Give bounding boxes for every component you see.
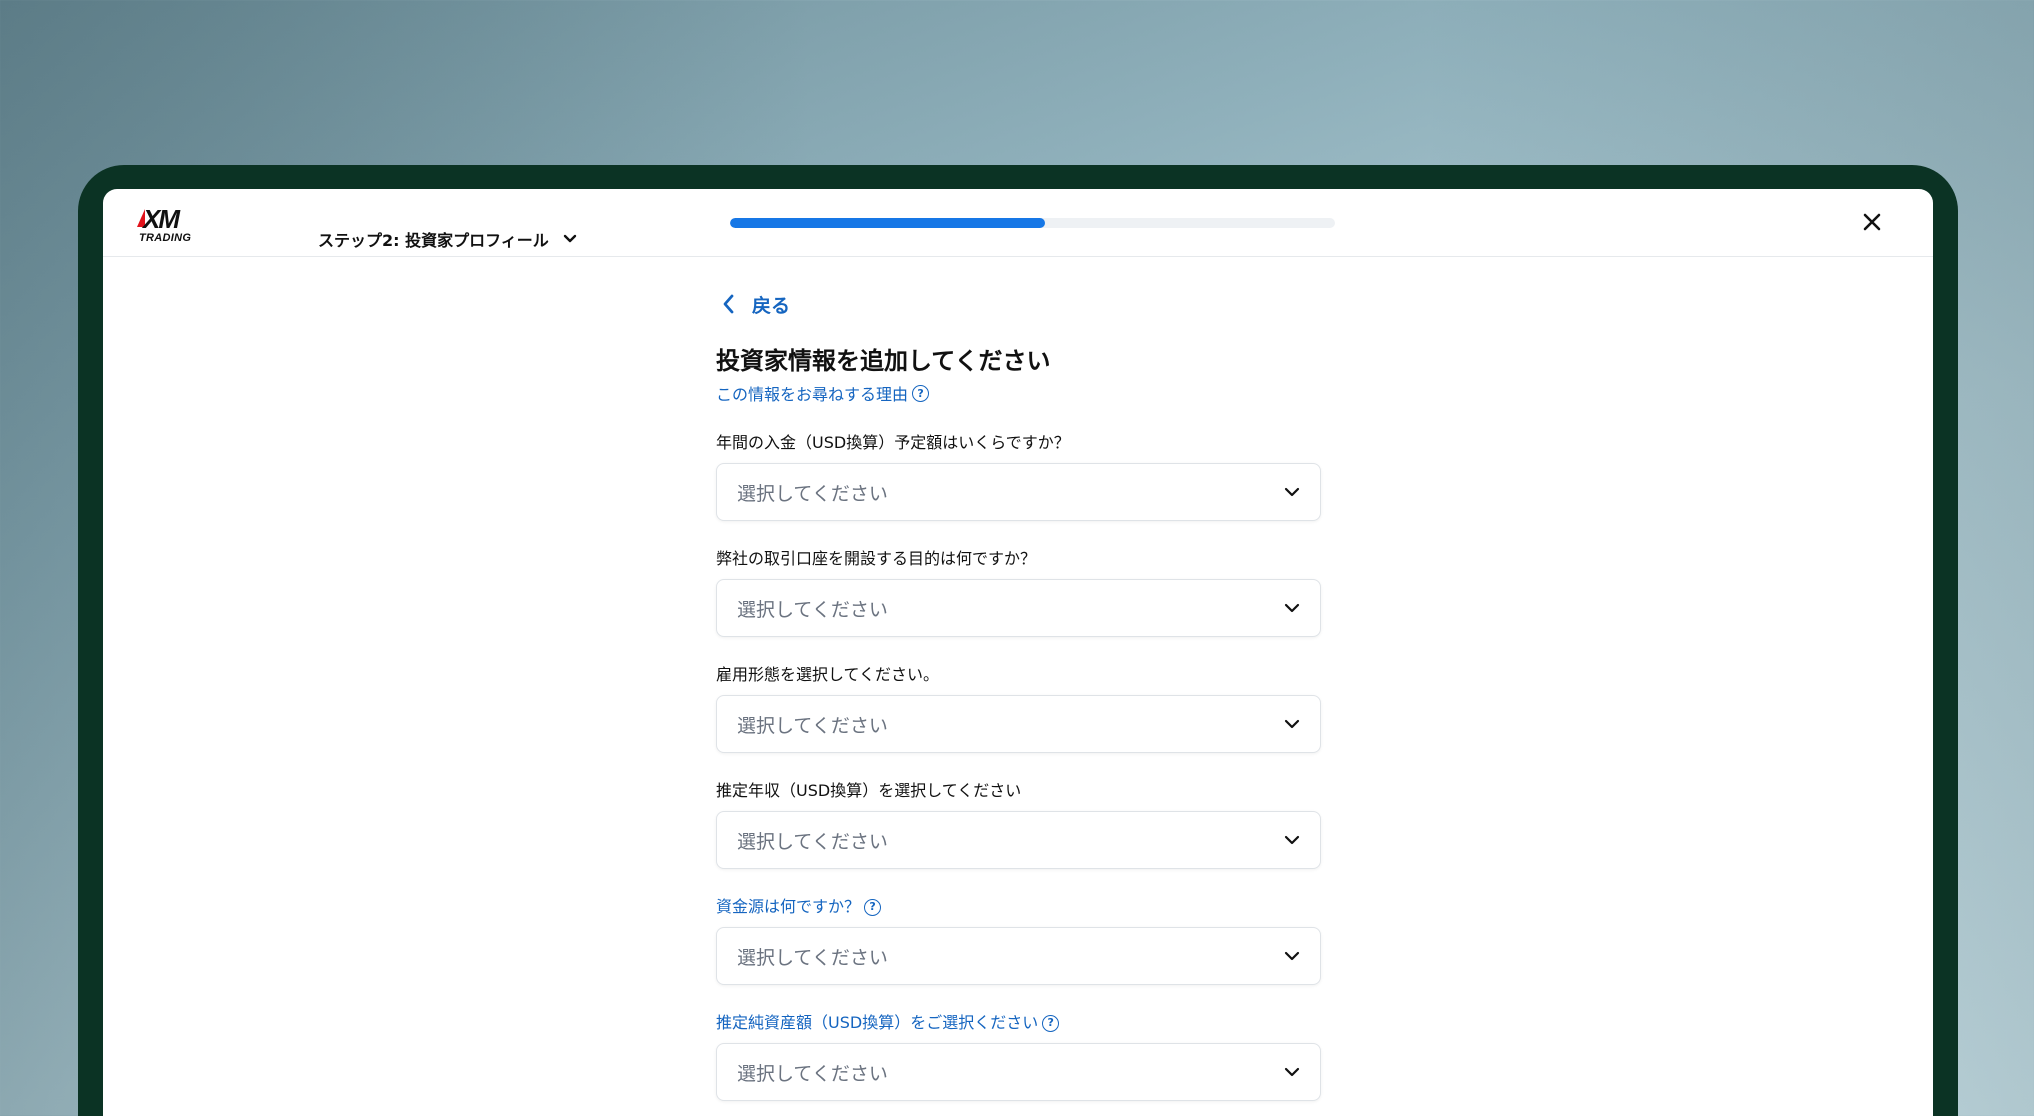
field-source-of-funds: 資金源は何ですか？ ? 選択してください [716, 896, 1321, 985]
xm-logo: XM TRADING [137, 205, 207, 245]
field-label: 弊社の取引口座を開設する目的は何ですか？ [716, 549, 1037, 568]
field-account-purpose: 弊社の取引口座を開設する目的は何ですか？ 選択してください [716, 548, 1321, 637]
select-placeholder: 選択してください [737, 714, 888, 737]
select-placeholder: 選択してください [737, 830, 888, 853]
chevron-left-icon [723, 294, 734, 314]
account-purpose-select[interactable]: 選択してください [716, 579, 1321, 637]
field-label: 年間の入金（USD換算）予定額はいくらですか？ [716, 433, 1070, 452]
close-button[interactable] [1857, 207, 1887, 237]
chevron-down-icon [1284, 951, 1300, 961]
net-worth-select[interactable]: 選択してください [716, 1043, 1321, 1101]
field-net-worth: 推定純資産額（USD換算）をご選択ください ? 選択してください [716, 1012, 1321, 1101]
why-info-text: この情報をお尋ねする理由 [716, 385, 909, 404]
help-icon: ? [864, 898, 882, 916]
select-placeholder: 選択してください [737, 598, 888, 621]
field-label: 資金源は何ですか？ [716, 897, 861, 916]
step-label-text: ステップ2: 投資家プロフィール [318, 231, 549, 250]
help-icon: ? [912, 384, 930, 402]
app-window: XM TRADING ステップ2: 投資家プロフィール 戻る 投資家情報を追加し… [103, 189, 1933, 1116]
chevron-down-icon [1284, 835, 1300, 845]
field-label: 推定純資産額（USD換算）をご選択ください [716, 1013, 1039, 1032]
chevron-down-icon [1284, 1067, 1300, 1077]
chevron-down-icon [1284, 719, 1300, 729]
progress-bar [730, 218, 1335, 228]
back-label: 戻る [752, 294, 791, 317]
select-placeholder: 選択してください [737, 482, 888, 505]
employment-select[interactable]: 選択してください [716, 695, 1321, 753]
source-of-funds-help-link[interactable]: 資金源は何ですか？ ? [716, 896, 1321, 918]
chevron-down-icon [563, 234, 576, 243]
why-info-link[interactable]: この情報をお尋ねする理由 ? [716, 381, 1321, 405]
investor-form: 戻る 投資家情報を追加してください この情報をお尋ねする理由 ? 年間の入金（U… [716, 289, 1321, 1101]
field-annual-deposit: 年間の入金（USD換算）予定額はいくらですか？ 選択してください [716, 432, 1321, 521]
close-icon [1863, 213, 1881, 231]
logo-text: XM [143, 204, 180, 234]
logo-subtext: TRADING [139, 232, 192, 244]
annual-income-select[interactable]: 選択してください [716, 811, 1321, 869]
select-placeholder: 選択してください [737, 946, 888, 969]
source-of-funds-select[interactable]: 選択してください [716, 927, 1321, 985]
field-label: 推定年収（USD換算）を選択してください [716, 781, 1022, 800]
step-dropdown[interactable]: ステップ2: 投資家プロフィール [318, 227, 577, 251]
annual-deposit-select[interactable]: 選択してください [716, 463, 1321, 521]
page-title: 投資家情報を追加してください [716, 347, 1051, 375]
chevron-down-icon [1284, 487, 1300, 497]
select-placeholder: 選択してください [737, 1062, 888, 1085]
help-icon: ? [1042, 1014, 1060, 1032]
back-button[interactable]: 戻る [722, 289, 1321, 319]
field-employment: 雇用形態を選択してください。 選択してください [716, 664, 1321, 753]
progress-fill [730, 218, 1045, 228]
chevron-down-icon [1284, 603, 1300, 613]
field-label: 雇用形態を選択してください。 [716, 665, 940, 684]
field-annual-income: 推定年収（USD換算）を選択してください 選択してください [716, 780, 1321, 869]
net-worth-help-link[interactable]: 推定純資産額（USD換算）をご選択ください ? [716, 1012, 1321, 1034]
top-bar: XM TRADING ステップ2: 投資家プロフィール [103, 189, 1933, 257]
